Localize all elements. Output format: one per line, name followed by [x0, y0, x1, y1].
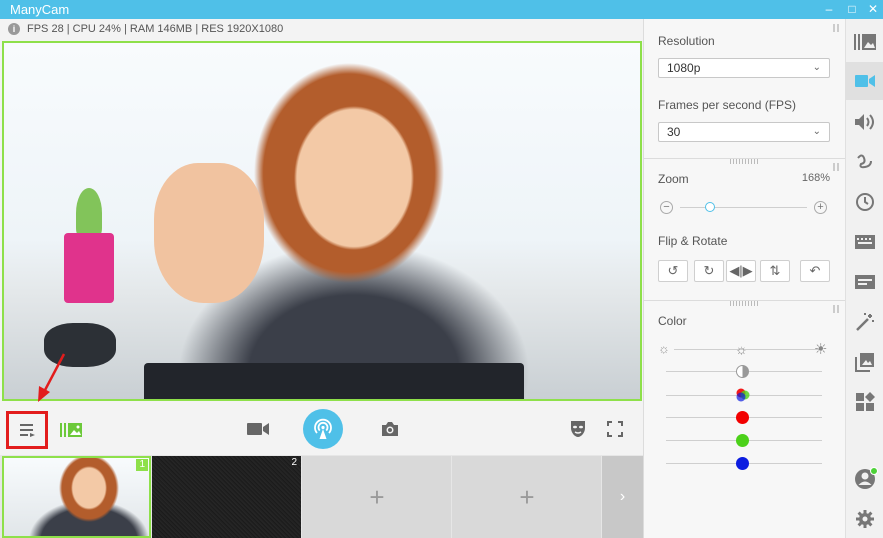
- sidebar-item-chat[interactable]: [846, 263, 883, 301]
- sidebar-item-account[interactable]: [846, 460, 883, 498]
- waving-hand: [154, 163, 264, 303]
- thumbnail-number: 2: [291, 457, 297, 468]
- thumbnail-number: 1: [136, 459, 148, 471]
- zoom-slider-knob[interactable]: [705, 202, 715, 212]
- sidebar-item-time[interactable]: [846, 183, 883, 221]
- effects-icon: [856, 313, 874, 331]
- resolution-value: 1080p: [667, 61, 701, 75]
- chat-icon: [855, 275, 875, 289]
- panel-corner-grip[interactable]: [833, 24, 841, 32]
- sidebar-item-widgets[interactable]: [846, 383, 883, 421]
- zoom-out-button[interactable]: −: [660, 201, 673, 214]
- audio-icon: [855, 114, 874, 130]
- plant-leaves: [76, 188, 102, 238]
- settings-panel: Resolution 1080p ⌄ Frames per second (FP…: [644, 19, 845, 538]
- blue-slider-knob[interactable]: [736, 457, 749, 470]
- brightness-low-icon: ☼: [658, 341, 670, 356]
- sidebar-item-audio[interactable]: [846, 103, 883, 141]
- add-icon: +: [369, 482, 385, 512]
- resolution-label: Resolution: [658, 34, 715, 48]
- add-scene-slot[interactable]: +: [302, 456, 451, 538]
- app-title: ManyCam: [10, 2, 70, 17]
- fps-label: Frames per second (FPS): [658, 98, 797, 112]
- brightness-slider-knob[interactable]: ☼: [735, 341, 748, 357]
- info-icon[interactable]: i: [8, 23, 20, 35]
- playlist-icon[interactable]: [16, 419, 40, 441]
- rotate-right-button[interactable]: ↻: [694, 260, 724, 282]
- zoom-label: Zoom: [658, 172, 689, 186]
- panel-corner-grip[interactable]: [833, 305, 841, 313]
- green-slider-knob[interactable]: [736, 434, 749, 447]
- reset-rotation-button[interactable]: ↶: [800, 260, 830, 282]
- broadcast-icon: [314, 418, 332, 439]
- next-thumbnails-button[interactable]: ›: [602, 456, 643, 538]
- panel-corner-grip[interactable]: [833, 163, 841, 171]
- face-mask-icon[interactable]: [566, 417, 590, 441]
- maximize-button[interactable]: □: [843, 0, 861, 19]
- video-source-icon[interactable]: [244, 417, 272, 441]
- title-bar: ManyCam – □ ✕: [0, 0, 883, 19]
- presets-icon: [854, 34, 876, 50]
- draw-icon: [857, 154, 872, 169]
- preview-toolbar: [0, 403, 643, 454]
- video-icon: [855, 75, 875, 87]
- red-slider-knob[interactable]: [736, 411, 749, 424]
- sidebar-item-video[interactable]: [846, 62, 883, 100]
- resolution-select[interactable]: 1080p ⌄: [658, 58, 830, 78]
- snapshot-camera-icon[interactable]: [377, 417, 403, 441]
- gallery-icon: [855, 353, 874, 372]
- arrow-annotation-icon: [38, 353, 66, 402]
- chevron-down-icon: ⌄: [812, 62, 821, 73]
- zoom-in-button[interactable]: +: [814, 201, 827, 214]
- brightness-high-icon: ☀: [814, 341, 828, 358]
- contrast-slider-knob[interactable]: [736, 365, 749, 378]
- add-icon: +: [519, 482, 535, 512]
- zoom-slider-track[interactable]: [680, 207, 807, 208]
- sidebar-item-effects[interactable]: [846, 303, 883, 341]
- status-bar: i FPS 28 | CPU 24% | RAM 146MB | RES 192…: [0, 19, 643, 39]
- sidebar-item-draw[interactable]: [846, 143, 883, 181]
- zoom-value: 168%: [801, 172, 830, 184]
- section-grip[interactable]: [730, 301, 758, 306]
- fullscreen-icon[interactable]: [603, 417, 627, 441]
- plant-pot: [64, 233, 114, 303]
- widgets-icon: [856, 392, 875, 411]
- chevron-down-icon: ⌄: [812, 126, 821, 137]
- section-grip[interactable]: [730, 159, 758, 164]
- close-button[interactable]: ✕: [864, 0, 882, 19]
- flip-horizontal-button[interactable]: ◀|▶: [726, 260, 756, 282]
- saturation-knob-icon[interactable]: [735, 387, 751, 403]
- fps-value: 30: [667, 125, 681, 139]
- lower-thirds-icon: [855, 235, 875, 249]
- keyboard: [144, 363, 524, 399]
- minimize-button[interactable]: –: [820, 0, 838, 19]
- flip-vertical-button[interactable]: ⇅: [760, 260, 790, 282]
- right-sidebar: [845, 19, 883, 538]
- scene-thumbnail-1[interactable]: 1: [2, 456, 151, 538]
- add-scene-slot[interactable]: +: [452, 456, 601, 538]
- rotate-left-button[interactable]: ↺: [658, 260, 688, 282]
- color-label: Color: [658, 314, 687, 328]
- video-preview[interactable]: [2, 41, 642, 401]
- scene-thumbnails: 1 2 + + ›: [0, 455, 643, 538]
- sidebar-item-gallery[interactable]: [846, 343, 883, 381]
- gear-icon: [856, 510, 874, 528]
- scene-thumbnail-2[interactable]: 2: [152, 456, 301, 538]
- fps-select[interactable]: 30 ⌄: [658, 122, 830, 142]
- media-gallery-icon[interactable]: [58, 419, 84, 441]
- broadcast-button[interactable]: [303, 409, 343, 449]
- status-text: FPS 28 | CPU 24% | RAM 146MB | RES 1920X…: [27, 23, 284, 35]
- flip-rotate-label: Flip & Rotate: [658, 234, 728, 248]
- online-status-badge: [870, 467, 878, 475]
- sidebar-item-lower-thirds[interactable]: [846, 223, 883, 261]
- clock-icon: [856, 193, 874, 211]
- sidebar-item-presets[interactable]: [846, 23, 883, 61]
- sidebar-item-settings[interactable]: [846, 500, 883, 538]
